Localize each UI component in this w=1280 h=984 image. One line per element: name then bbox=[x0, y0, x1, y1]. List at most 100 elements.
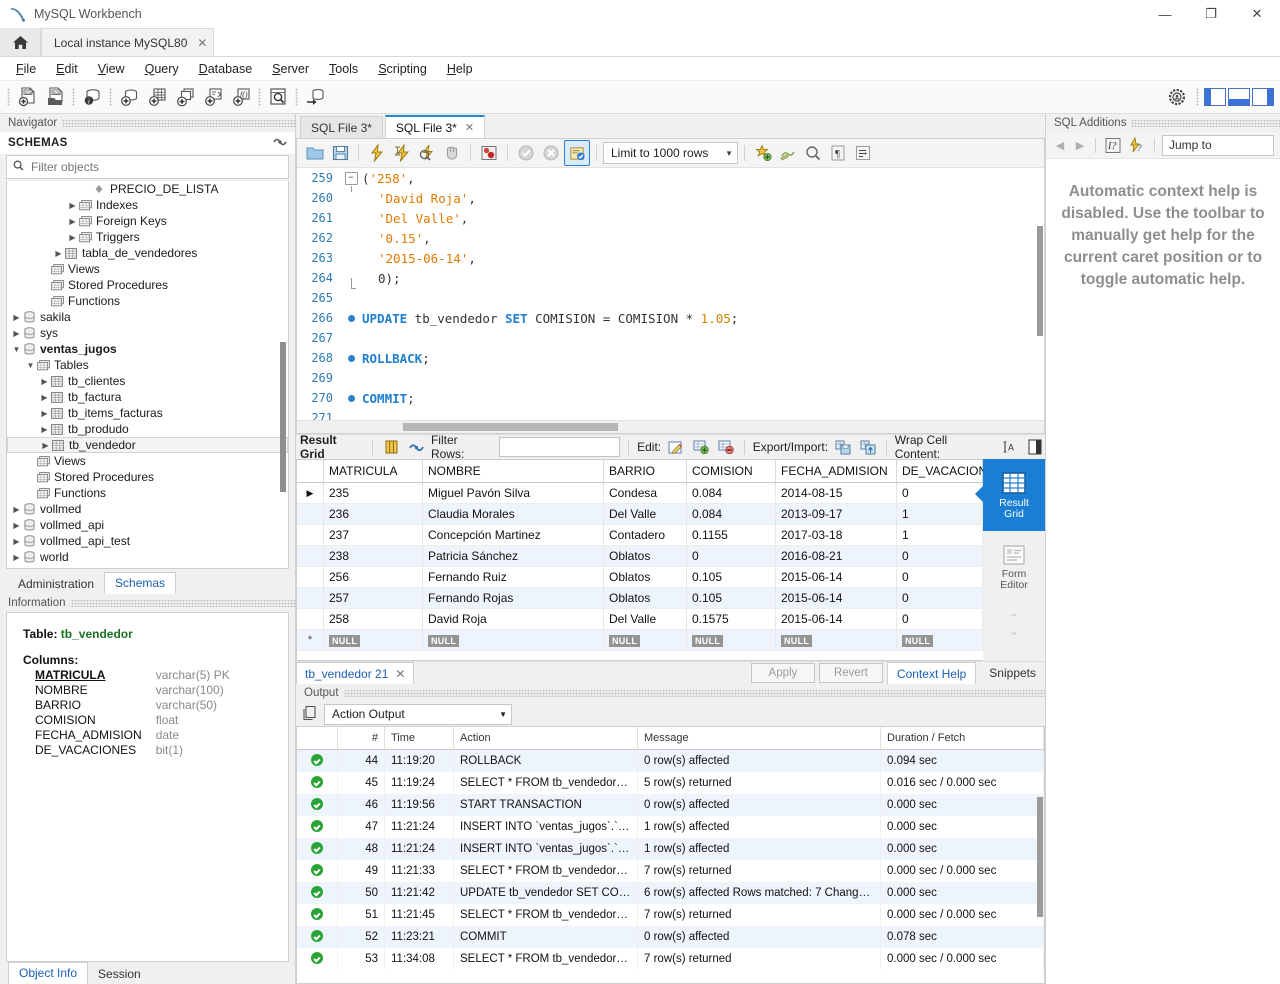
table-cell[interactable]: 2015-06-14 bbox=[775, 608, 897, 630]
table-cell[interactable]: 2015-06-14 bbox=[775, 587, 897, 609]
chevron-right-icon[interactable]: ▶ bbox=[39, 425, 50, 434]
code-line[interactable]: 259− ('258', bbox=[297, 168, 1044, 192]
table-row[interactable]: 236 Claudia Morales Del Valle 0.084 2013-09-… bbox=[297, 503, 983, 525]
chevron-right-icon[interactable]: ▶ bbox=[67, 233, 78, 242]
forward-arrow-icon[interactable]: ▶ bbox=[1072, 139, 1088, 152]
table-cell[interactable]: 2014-08-15 bbox=[775, 482, 897, 504]
table-row[interactable]: 257 Fernando Rojas Oblatos 0.105 2015-06-14 0 bbox=[297, 587, 983, 609]
menu-scripting[interactable]: Scripting bbox=[368, 60, 437, 78]
menu-edit[interactable]: Edit bbox=[46, 60, 88, 78]
table-cell[interactable]: Concepción Martinez bbox=[422, 524, 604, 546]
row-marker[interactable] bbox=[297, 587, 324, 609]
rollback-icon[interactable] bbox=[539, 141, 563, 165]
tree-item-vollmed-api-test[interactable]: ▶ vollmed_api_test bbox=[7, 533, 288, 549]
instance-tab[interactable]: Local instance MySQL80 ✕ bbox=[41, 28, 215, 56]
sql-tab-1[interactable]: SQL File 3* bbox=[300, 116, 383, 138]
output-column-header[interactable]: # bbox=[337, 727, 385, 750]
output-column-header[interactable]: Action bbox=[453, 727, 638, 750]
toggle-output-icon[interactable] bbox=[1228, 88, 1250, 106]
import-recordset-icon[interactable] bbox=[858, 437, 878, 457]
result-grid-table-wrap[interactable]: MATRICULA NOMBRE BARRIO COMISION FECHA_ADMIS… bbox=[296, 459, 983, 661]
chevron-down-icon[interactable]: ▼ bbox=[11, 345, 22, 354]
table-cell[interactable]: 2017-03-18 bbox=[775, 524, 897, 546]
table-cell[interactable]: 2016-08-21 bbox=[775, 545, 897, 567]
fold-collapse-icon[interactable]: − bbox=[344, 171, 358, 185]
chevron-right-icon[interactable]: ▶ bbox=[11, 553, 22, 562]
tree-item-tb-items-facturas[interactable]: ▶ tb_items_facturas bbox=[7, 405, 288, 421]
output-row[interactable]: 5111:21:45SELECT * FROM tb_vendedor LIMI… bbox=[297, 904, 1044, 926]
menu-server[interactable]: Server bbox=[262, 60, 319, 78]
toggle-breakpoint-icon[interactable] bbox=[477, 141, 501, 165]
invisible-chars-icon[interactable]: ¶ bbox=[826, 141, 850, 165]
table-cell[interactable]: 0 bbox=[896, 608, 983, 630]
navigator-scrollbar-thumb[interactable] bbox=[280, 342, 286, 492]
gutter-marker[interactable] bbox=[340, 314, 362, 322]
beautify-icon[interactable] bbox=[751, 141, 775, 165]
wrap-text-icon[interactable]: A bbox=[1000, 437, 1020, 457]
table-cell[interactable]: NULL bbox=[323, 629, 423, 651]
scroll-down-icon[interactable]: ⌄ bbox=[1009, 624, 1020, 637]
table-row[interactable]: 256 Fernando Ruiz Oblatos 0.105 2015-06-14 0 bbox=[297, 566, 983, 588]
output-row[interactable]: 44 11:19:20 ROLLBACK 0 row(s) affected 0.094… bbox=[297, 749, 1044, 772]
tree-item-views[interactable]: Views bbox=[7, 261, 288, 277]
close-button[interactable]: ✕ bbox=[1234, 0, 1280, 28]
code-line[interactable]: 266 UPDATE tb_vendedor SET COMISION = COM… bbox=[297, 308, 1044, 328]
tree-item-functions[interactable]: Functions bbox=[7, 293, 288, 309]
sql-tab-2[interactable]: SQL File 3* ✕ bbox=[384, 115, 486, 138]
row-marker[interactable] bbox=[297, 566, 324, 588]
new-function-icon[interactable]: f() bbox=[227, 83, 255, 111]
output-row[interactable]: 46 11:19:56 START TRANSACTION 0 row(s) affe… bbox=[297, 794, 1044, 816]
back-arrow-icon[interactable]: ◀ bbox=[1052, 139, 1068, 152]
chevron-right-icon[interactable]: ▶ bbox=[11, 313, 22, 322]
tab-context-help[interactable]: Context Help bbox=[886, 662, 977, 684]
tree-item-tb-vendedor[interactable]: ▶ tb_vendedor bbox=[7, 437, 288, 453]
tree-item-vollmed[interactable]: ▶ vollmed bbox=[7, 501, 288, 517]
row-marker[interactable] bbox=[297, 524, 324, 546]
new-schema-icon[interactable] bbox=[115, 83, 143, 111]
tree-item-tables[interactable]: ▼ Tables bbox=[7, 357, 288, 373]
filter-rows-input[interactable] bbox=[498, 437, 621, 457]
table-cell[interactable]: 0 bbox=[896, 587, 983, 609]
toggle-panel-icon[interactable] bbox=[1025, 437, 1045, 457]
code-line[interactable]: 267 bbox=[297, 328, 1044, 348]
table-row[interactable]: * NULL NULL NULL NULL NULL NULL bbox=[297, 629, 983, 651]
table-cell[interactable]: 0 bbox=[896, 566, 983, 588]
stop-icon[interactable] bbox=[440, 141, 464, 165]
table-row[interactable]: 237 Concepción Martinez Contadero 0.1155 201… bbox=[297, 524, 983, 546]
table-cell[interactable]: 0.105 bbox=[686, 566, 776, 588]
new-procedure-icon[interactable] bbox=[199, 83, 227, 111]
chevron-right-icon[interactable]: ▶ bbox=[67, 201, 78, 210]
execute-icon[interactable] bbox=[365, 141, 389, 165]
chevron-right-icon[interactable]: ▶ bbox=[40, 441, 51, 450]
save-file-icon[interactable] bbox=[328, 141, 352, 165]
table-cell[interactable]: 0 bbox=[686, 545, 776, 567]
restore-button[interactable]: ❐ bbox=[1188, 0, 1234, 28]
table-cell[interactable]: NULL bbox=[686, 629, 776, 651]
menu-query[interactable]: Query bbox=[135, 60, 189, 78]
table-cell[interactable]: 2015-06-14 bbox=[775, 566, 897, 588]
table-cell[interactable]: NULL bbox=[422, 629, 604, 651]
wrap-lines-icon[interactable] bbox=[851, 141, 875, 165]
chevron-right-icon[interactable]: ▶ bbox=[39, 377, 50, 386]
column-header[interactable]: MATRICULA bbox=[323, 460, 423, 483]
search-data-icon[interactable] bbox=[264, 83, 292, 111]
editor-scrollbar-thumb[interactable] bbox=[1037, 226, 1043, 336]
tree-item-views[interactable]: Views bbox=[7, 453, 288, 469]
minimize-button[interactable]: — bbox=[1142, 0, 1188, 28]
table-cell[interactable]: NULL bbox=[775, 629, 897, 651]
menu-help[interactable]: Help bbox=[437, 60, 483, 78]
result-grid-table[interactable]: MATRICULA NOMBRE BARRIO COMISION FECHA_ADMIS… bbox=[297, 460, 983, 651]
jump-to-input[interactable]: Jump to bbox=[1162, 134, 1274, 156]
table-cell[interactable]: Contadero bbox=[603, 524, 687, 546]
output-row[interactable]: 4511:19:24SELECT * FROM tb_vendedor LIMI… bbox=[297, 772, 1044, 794]
column-header[interactable]: NOMBRE bbox=[422, 460, 604, 483]
new-table-icon[interactable] bbox=[143, 83, 171, 111]
menu-database[interactable]: Database bbox=[189, 60, 263, 78]
table-cell[interactable]: 1 bbox=[896, 503, 983, 525]
row-marker[interactable] bbox=[297, 503, 324, 525]
chevron-down-icon[interactable]: ▼ bbox=[25, 361, 36, 370]
tree-item-world[interactable]: ▶ world bbox=[7, 549, 288, 565]
output-table-wrap[interactable]: # Time Action Message Duration / Fetch 44 11:1… bbox=[296, 726, 1045, 984]
column-header[interactable]: COMISION bbox=[686, 460, 776, 483]
table-cell[interactable]: Oblatos bbox=[603, 566, 687, 588]
